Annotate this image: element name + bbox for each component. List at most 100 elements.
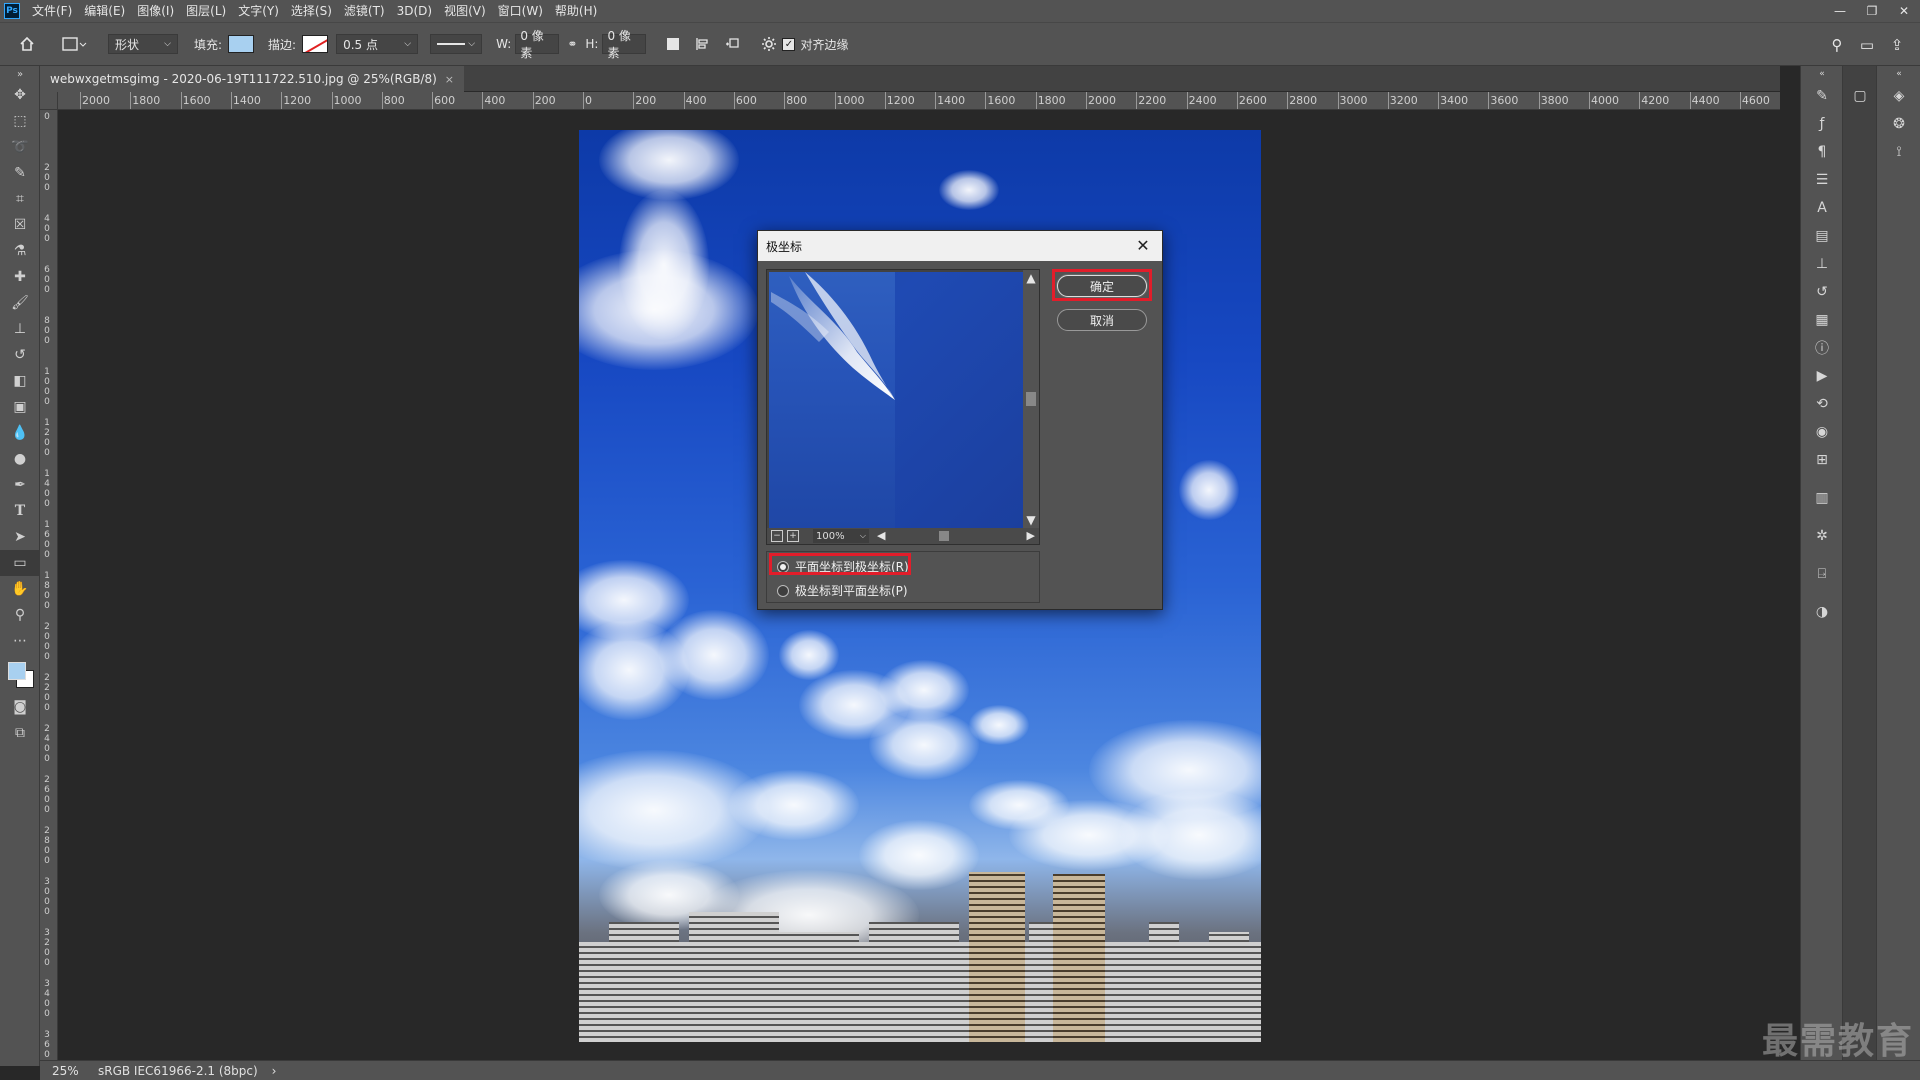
menu-help[interactable]: 帮助(H)	[549, 0, 603, 22]
adjustments-icon[interactable]: ◑	[1801, 598, 1843, 626]
more-tools-icon[interactable]: ⋯	[0, 628, 40, 654]
path-arrangement-icon[interactable]	[720, 31, 746, 57]
eraser-tool-icon[interactable]: ◧	[0, 368, 40, 394]
home-icon[interactable]	[14, 31, 40, 57]
table-icon[interactable]: ⊞	[1801, 446, 1843, 474]
preview-image[interactable]	[769, 272, 1023, 528]
crop-tool-icon[interactable]: ⌗	[0, 186, 40, 212]
cancel-button[interactable]: 取消	[1057, 309, 1147, 331]
gradient-tool-icon[interactable]: ▣	[0, 394, 40, 420]
clone-source-icon[interactable]: ⊥	[1801, 250, 1843, 278]
marquee-tool-icon[interactable]: ⬚	[0, 108, 40, 134]
foreground-color[interactable]	[8, 662, 26, 680]
zoom-out-icon[interactable]: −	[771, 530, 783, 542]
paragraph-icon[interactable]: ¶	[1801, 138, 1843, 166]
lasso-tool-icon[interactable]: ➰	[0, 134, 40, 160]
restore-button[interactable]: ❐	[1856, 0, 1888, 22]
gear-icon[interactable]	[756, 31, 782, 57]
scroll-up-arrow-icon[interactable]: ▲	[1025, 272, 1037, 284]
healing-brush-tool-icon[interactable]: ✚	[0, 264, 40, 290]
swatches-icon[interactable]: ◉	[1801, 418, 1843, 446]
layers-icon[interactable]: ◈	[1877, 82, 1920, 110]
quick-mask-icon[interactable]: ◙	[0, 694, 40, 720]
zoom-level[interactable]: 25%	[52, 1064, 96, 1078]
scroll-right-arrow-icon[interactable]: ▶	[1027, 529, 1035, 542]
properties-icon[interactable]: ☰	[1801, 166, 1843, 194]
document-tab[interactable]: webwxgetmsgimg - 2020-06-19T111722.510.j…	[40, 66, 465, 92]
navigator-icon[interactable]: ✲	[1801, 522, 1843, 550]
eyedropper-tool-icon[interactable]: ⚗	[0, 238, 40, 264]
dodge-tool-icon[interactable]: ●	[0, 446, 40, 472]
pen-tool-icon[interactable]: ✒	[0, 472, 40, 498]
timeline-icon[interactable]: ⟲	[1801, 390, 1843, 418]
preview-zoom-dropdown[interactable]: 100% ⌵	[813, 529, 869, 543]
path-selection-tool-icon[interactable]: ➤	[0, 524, 40, 550]
option-polar-to-rect[interactable]: 极坐标到平面坐标(P)	[777, 582, 908, 599]
minimize-button[interactable]: —	[1824, 0, 1856, 22]
status-menu-arrow[interactable]: ›	[272, 1064, 277, 1078]
brush-settings-icon[interactable]: ✎	[1801, 82, 1843, 110]
history-icon[interactable]: ↺	[1801, 278, 1843, 306]
ruler-corner[interactable]	[40, 92, 58, 110]
stroke-type-dropdown[interactable]: ⌵	[430, 34, 483, 54]
tool-preset-picker[interactable]	[62, 36, 88, 52]
preview-hscroll-thumb[interactable]	[939, 531, 949, 541]
export-icon[interactable]: ⍈	[1801, 560, 1843, 588]
rectangle-tool-icon[interactable]: ▭	[0, 550, 40, 576]
channels-icon[interactable]: ❂	[1877, 110, 1920, 138]
menu-file[interactable]: 文件(F)	[26, 0, 78, 22]
scroll-down-arrow-icon[interactable]: ▼	[1025, 514, 1037, 526]
actions-icon[interactable]: ▶	[1801, 362, 1843, 390]
share-icon[interactable]: ⇪	[1882, 36, 1912, 54]
align-edges-checkbox[interactable]: ✓	[782, 37, 796, 51]
hand-tool-icon[interactable]: ✋	[0, 576, 40, 602]
workspace-icon[interactable]: ▭	[1852, 36, 1882, 54]
styles-icon[interactable]: ƒ	[1801, 110, 1843, 138]
menu-image[interactable]: 图像(I)	[131, 0, 180, 22]
menu-type[interactable]: 文字(Y)	[232, 0, 285, 22]
history-brush-tool-icon[interactable]: ↺	[0, 342, 40, 368]
scroll-left-arrow-icon[interactable]: ◀	[877, 529, 885, 542]
preview-horizontal-scrollbar[interactable]: ◀ ▶	[875, 529, 1039, 543]
notes-icon[interactable]: ▥	[1801, 484, 1843, 512]
height-input[interactable]: 0 像素	[602, 29, 647, 60]
close-window-button[interactable]: ✕	[1888, 0, 1920, 22]
preview-vscroll-thumb[interactable]	[1026, 392, 1036, 406]
character-icon[interactable]: A	[1801, 194, 1843, 222]
fill-color-swatch[interactable]	[228, 35, 255, 53]
vertical-ruler[interactable]: 0 200 400 600 800 1000 1200 1400 1600 1800 2000 220…	[40, 110, 58, 1060]
menu-edit[interactable]: 编辑(E)	[78, 0, 131, 22]
menu-window[interactable]: 窗口(W)	[492, 0, 549, 22]
collapse-toolbar-icon[interactable]: »	[0, 66, 40, 82]
close-icon[interactable]: ✕	[1132, 235, 1154, 257]
quick-selection-tool-icon[interactable]: ✎	[0, 160, 40, 186]
menu-layer[interactable]: 图层(L)	[180, 0, 232, 22]
clone-stamp-tool-icon[interactable]: ⊥	[0, 316, 40, 342]
blur-tool-icon[interactable]: 💧	[0, 420, 40, 446]
brush-tool-icon[interactable]: 🖌	[0, 290, 40, 316]
path-operations-icon[interactable]	[660, 31, 686, 57]
menu-select[interactable]: 选择(S)	[285, 0, 338, 22]
color-panel-icon[interactable]: ▢	[1843, 82, 1877, 110]
menu-view[interactable]: 视图(V)	[438, 0, 492, 22]
width-input[interactable]: 0 像素	[515, 29, 560, 60]
libraries-icon[interactable]: ▦	[1801, 306, 1843, 334]
menu-filter[interactable]: 滤镜(T)	[338, 0, 391, 22]
screen-mode-icon[interactable]: ⧉	[0, 720, 40, 746]
tool-mode-dropdown[interactable]: 形状 ⌵	[108, 34, 178, 54]
glyphs-icon[interactable]: ▤	[1801, 222, 1843, 250]
horizontal-ruler[interactable]: 2000 1800 1600 1400 1200 1000 800 600 400 200 0 200…	[58, 92, 1780, 110]
menu-3d[interactable]: 3D(D)	[391, 0, 438, 22]
frame-tool-icon[interactable]: ☒	[0, 212, 40, 238]
preview-vertical-scrollbar[interactable]: ▲ ▼	[1023, 270, 1039, 528]
search-icon[interactable]: ⚲	[1822, 36, 1852, 54]
paths-icon[interactable]: ⟟	[1877, 138, 1920, 166]
path-alignment-icon[interactable]	[690, 31, 716, 57]
link-icon[interactable]: ⚭	[567, 37, 577, 51]
stroke-width-dropdown[interactable]: 0.5 点 ⌵	[336, 34, 419, 54]
collapse-panels-icon-2[interactable]: «	[1877, 66, 1920, 82]
zoom-tool-icon[interactable]: ⚲	[0, 602, 40, 628]
zoom-in-icon[interactable]: +	[787, 530, 799, 542]
radio-polar-to-rect[interactable]	[777, 584, 789, 597]
info-icon[interactable]: ⓘ	[1801, 334, 1843, 362]
